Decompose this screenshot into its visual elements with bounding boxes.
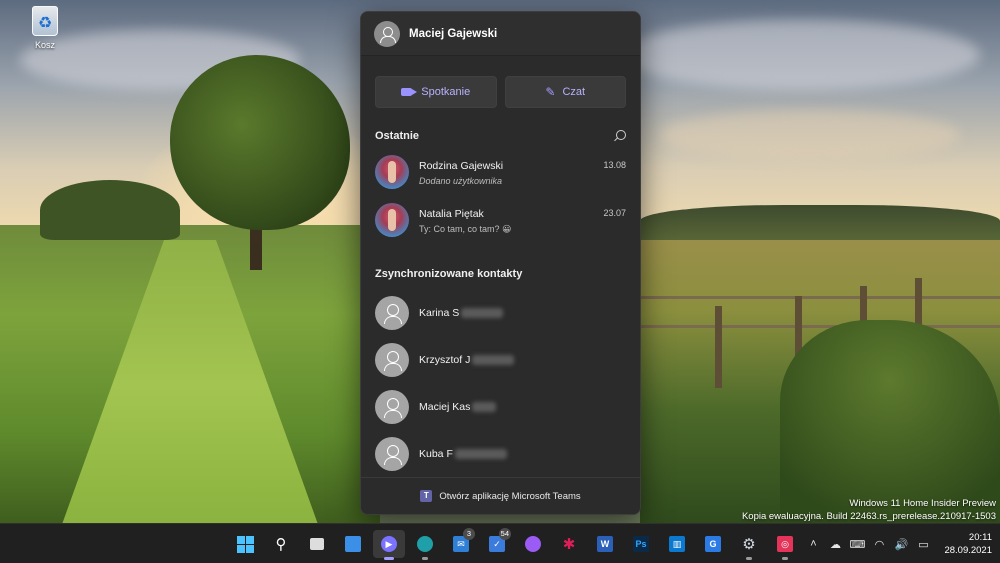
contact-name: Maciej Kas — [419, 401, 471, 413]
translator-icon: G — [705, 536, 721, 552]
recycle-bin-label: Kosz — [34, 40, 55, 50]
todo-badge: 54 — [498, 528, 511, 540]
teams-chat-button[interactable]: ▶ — [373, 530, 405, 560]
edge-button[interactable] — [409, 530, 441, 560]
widgets-button[interactable] — [337, 530, 369, 558]
taskbar: ⚲ ▶ ✉ 3 ✓ 54 ✱ W Ps ▥ G ⚙ ◎ ˄ ☁ ⌨ ◠ 🔊 ▭ … — [0, 523, 1000, 563]
redacted-surname — [461, 308, 504, 318]
keyboard-icon[interactable]: ⌨ — [846, 538, 868, 551]
chat-date: 13.08 — [603, 160, 626, 170]
watermark-edition: Windows 11 Home Insider Preview — [849, 498, 996, 509]
trello-button[interactable]: ▥ — [661, 530, 693, 558]
chat-name: Rodzina Gajewski — [419, 160, 504, 172]
teams-chat-flyout: Maciej Gajewski Spotkanie ✎ Czat Ostatni… — [360, 11, 641, 515]
clock-time: 20:11 — [968, 532, 992, 543]
creative-cloud-button[interactable]: ◎ — [769, 530, 801, 560]
recycle-bin-shortcut[interactable]: Kosz — [20, 6, 70, 50]
taskbar-search-icon: ⚲ — [275, 536, 287, 553]
onedrive-cloud-icon[interactable]: ☁ — [824, 538, 846, 551]
chat-name: Natalia Piętak — [419, 208, 484, 220]
settings-button[interactable]: ⚙ — [733, 530, 765, 560]
chat-preview: Dodano użytkownika — [419, 176, 503, 186]
battery-icon[interactable]: ▭ — [912, 538, 934, 551]
chat-photo-avatar — [375, 203, 409, 237]
chat-button-label: Czat — [562, 86, 586, 98]
chat-photo-avatar — [375, 155, 409, 189]
edge-icon — [417, 536, 433, 552]
contact-name: Karina S — [419, 307, 460, 319]
creative-cloud-icon: ◎ — [777, 536, 793, 552]
recycle-bin-icon — [32, 6, 58, 36]
compose-icon: ✎ — [545, 85, 556, 99]
translator-button[interactable]: G — [697, 530, 729, 558]
person-icon — [375, 390, 409, 424]
person-icon — [375, 437, 409, 471]
contact-name: Krzysztof J — [419, 354, 471, 366]
wifi-icon[interactable]: ◠ — [868, 538, 890, 551]
recent-chat-item[interactable]: Natalia Piętak Ty: Co tam, co tam? 😀 23.… — [361, 203, 640, 239]
taskbar-apps: ⚲ ▶ ✉ 3 ✓ 54 ✱ W Ps ▥ G ⚙ ◎ — [229, 528, 801, 560]
photoshop-button[interactable]: Ps — [625, 530, 657, 558]
gear-icon: ⚙ — [742, 536, 756, 553]
contact-name: Kuba F — [419, 448, 453, 460]
search-icon[interactable] — [613, 129, 626, 143]
photoshop-icon: Ps — [633, 536, 649, 552]
chat-date: 23.07 — [603, 208, 626, 218]
build-watermark: Windows 11 Home Insider Preview Kopia ew… — [742, 497, 996, 523]
clock[interactable]: 20:11 28.09.2021 — [944, 531, 992, 557]
messenger-button[interactable] — [517, 530, 549, 558]
task-view-icon — [310, 538, 324, 550]
todo-button[interactable]: ✓ 54 — [481, 528, 513, 558]
person-icon — [375, 343, 409, 377]
mail-button[interactable]: ✉ 3 — [445, 528, 477, 558]
teams-icon — [420, 490, 433, 502]
mail-badge: 3 — [463, 528, 475, 540]
user-avatar-icon[interactable] — [374, 20, 400, 47]
video-camera-icon — [401, 88, 418, 96]
volume-icon[interactable]: 🔊 — [890, 538, 912, 551]
chevron-up-icon[interactable]: ˄ — [802, 538, 824, 550]
user-name: Maciej Gajewski — [409, 27, 498, 40]
person-icon — [375, 296, 409, 330]
trello-icon: ▥ — [669, 536, 685, 552]
clock-date: 28.09.2021 — [944, 545, 992, 556]
system-tray: ˄ ☁ ⌨ ◠ 🔊 ▭ 20:11 28.09.2021 — [802, 524, 992, 563]
meet-button[interactable]: Spotkanie — [375, 76, 497, 108]
word-icon: W — [597, 536, 613, 552]
contact-item[interactable]: Karina S — [361, 295, 640, 331]
widgets-icon — [345, 536, 361, 552]
word-button[interactable]: W — [589, 530, 621, 558]
meet-button-label: Spotkanie — [421, 86, 471, 98]
recent-chat-item[interactable]: Rodzina Gajewski Dodano użytkownika 13.0… — [361, 155, 640, 191]
teams-chat-icon: ▶ — [381, 536, 397, 552]
windows-logo-icon — [236, 535, 254, 553]
redacted-surname — [454, 449, 507, 459]
search-button[interactable]: ⚲ — [265, 530, 297, 558]
contact-item[interactable]: Krzysztof J — [361, 342, 640, 378]
watermark-build: Kopia ewaluacyjna. Build 22463.rs_prerel… — [741, 511, 996, 522]
recent-section-header: Ostatnie — [361, 128, 640, 144]
slack-icon: ✱ — [562, 536, 576, 553]
flyout-actions: Spotkanie ✎ Czat — [361, 56, 640, 108]
redacted-surname — [472, 355, 515, 365]
task-view-button[interactable] — [301, 530, 333, 558]
contact-item[interactable]: Maciej Kas — [361, 389, 640, 425]
synced-section-header: Zsynchronizowane kontakty — [361, 266, 640, 282]
chat-button[interactable]: ✎ Czat — [504, 76, 626, 108]
open-teams-link[interactable]: Otwórz aplikację Microsoft Teams — [361, 477, 640, 514]
contact-item[interactable]: Kuba F — [361, 436, 640, 472]
open-teams-label: Otwórz aplikację Microsoft Teams — [439, 490, 581, 502]
recent-heading: Ostatnie — [375, 130, 420, 142]
chat-preview: Ty: Co tam, co tam? 😀 — [419, 224, 512, 234]
redacted-surname — [472, 402, 497, 412]
start-button[interactable] — [229, 530, 261, 558]
contacts-list: Karina S Krzysztof J Maciej Kas Kuba F — [361, 295, 640, 472]
messenger-icon — [525, 536, 541, 552]
synced-heading: Zsynchronizowane kontakty — [375, 268, 523, 280]
slack-button[interactable]: ✱ — [553, 530, 585, 558]
flyout-header: Maciej Gajewski — [361, 12, 640, 56]
